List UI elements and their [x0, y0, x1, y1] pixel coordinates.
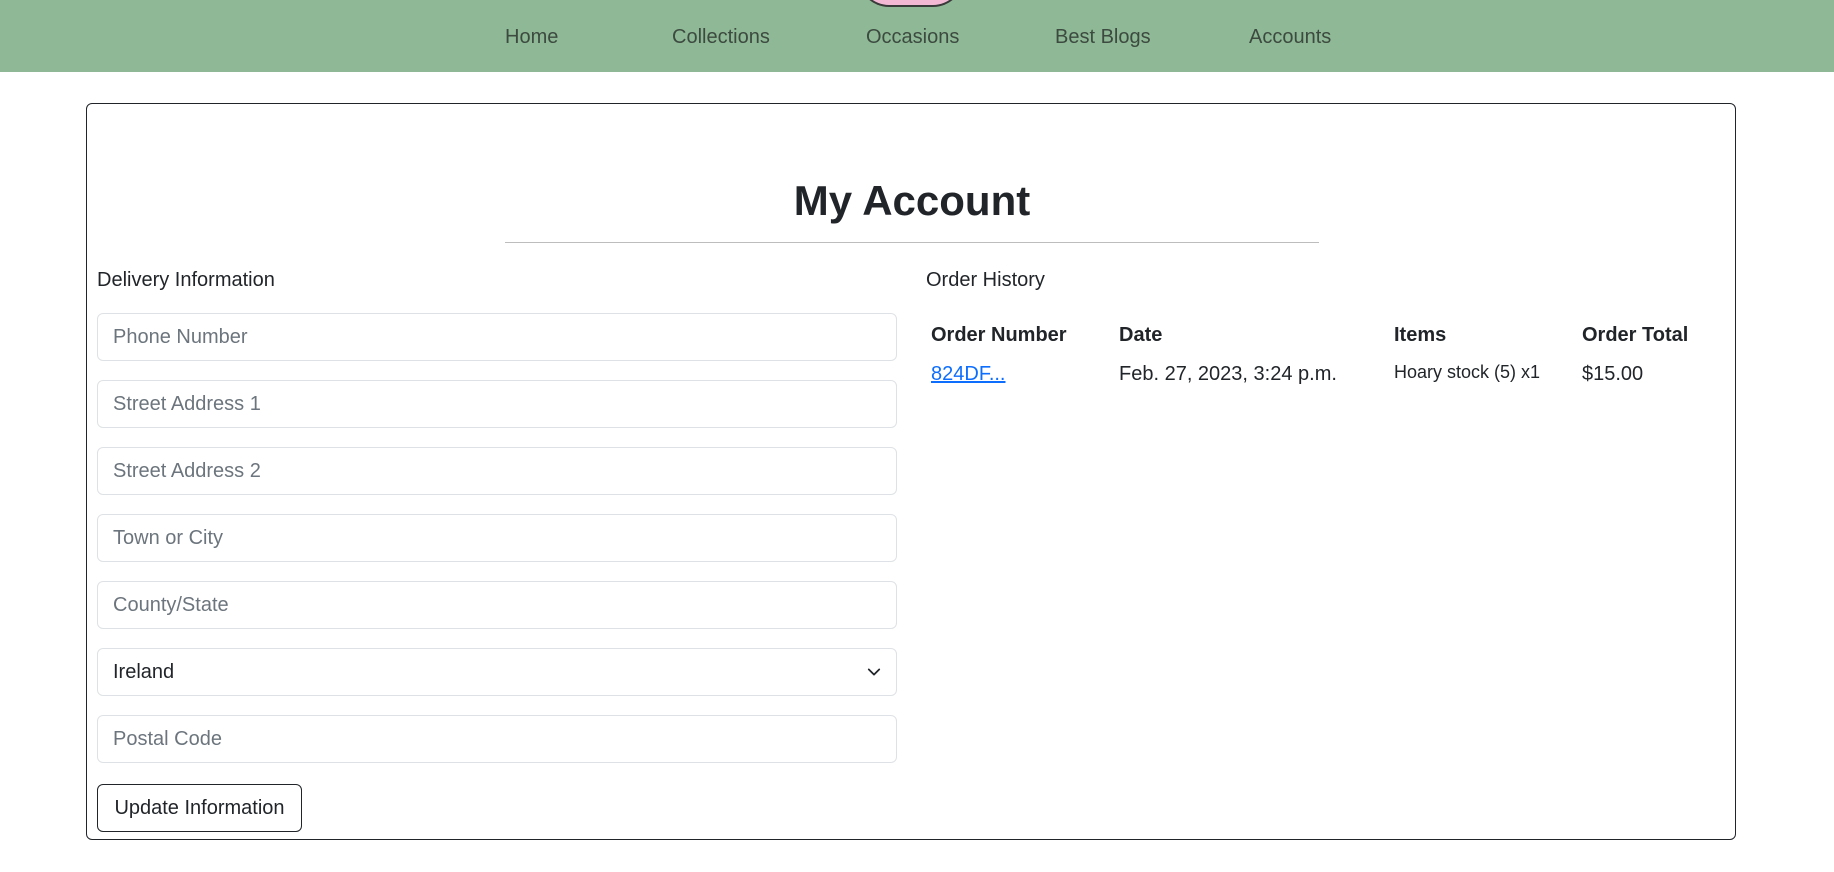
street-address-2-input[interactable] — [97, 447, 897, 495]
title-divider — [505, 242, 1319, 243]
nav-best-blogs[interactable]: Best Blogs — [1055, 26, 1151, 49]
country-select[interactable]: Ireland — [97, 648, 897, 696]
col-order-total: Order Total — [1582, 324, 1689, 346]
page-title: My Account — [793, 177, 1031, 224]
street-address-1-input[interactable] — [97, 380, 897, 428]
postal-code-input[interactable] — [97, 715, 897, 763]
nav-home[interactable]: Home — [505, 26, 558, 49]
order-total: $15.00 — [1582, 363, 1644, 385]
town-city-input[interactable] — [97, 514, 897, 562]
site-logo[interactable] — [858, 0, 964, 7]
nav-collections[interactable]: Collections — [672, 26, 770, 49]
order-number-link[interactable]: 824DF... — [931, 363, 1005, 386]
top-navbar: Home Collections Occasions Best Blogs Ac… — [0, 0, 1834, 72]
col-order-number: Order Number — [931, 324, 1067, 346]
col-items: Items — [1394, 324, 1447, 346]
delivery-heading: Delivery Information — [97, 269, 275, 291]
order-date: Feb. 27, 2023, 3:24 p.m. — [1119, 363, 1337, 385]
county-state-input[interactable] — [97, 581, 897, 629]
chevron-down-icon — [867, 665, 881, 679]
account-card: My Account Delivery Information Ireland … — [86, 103, 1736, 840]
phone-number-input[interactable] — [97, 313, 897, 361]
order-history-heading: Order History — [926, 269, 1045, 291]
nav-occasions[interactable]: Occasions — [866, 26, 959, 49]
update-information-button[interactable]: Update Information — [97, 784, 302, 832]
col-date: Date — [1119, 324, 1163, 346]
order-items: Hoary stock (5) x1 — [1394, 362, 1541, 382]
country-selected-value: Ireland — [113, 660, 175, 683]
nav-accounts[interactable]: Accounts — [1249, 26, 1331, 49]
